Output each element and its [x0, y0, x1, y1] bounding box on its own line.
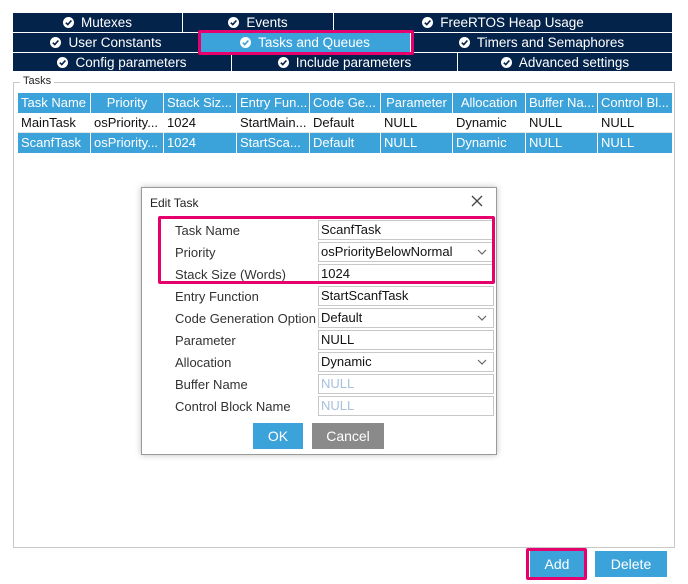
check-circle-icon: [422, 17, 434, 28]
allocation-value: Dynamic: [321, 354, 372, 369]
check-circle-icon: [277, 57, 289, 68]
control-block-name-label: Control Block Name: [175, 399, 291, 414]
tab-divider: [457, 53, 458, 72]
tab-label: Mutexes: [80, 15, 133, 30]
table-cell: Dynamic: [453, 133, 526, 153]
tab-mutexes[interactable]: Mutexes: [13, 13, 182, 32]
table-cell: ScanfTask: [18, 133, 91, 153]
table-cell: osPriority...: [91, 133, 164, 153]
code-generation-option-select[interactable]: Default: [318, 308, 494, 328]
tab-user-constants[interactable]: User Constants: [13, 33, 199, 52]
code-generation-option-label: Code Generation Option: [175, 311, 316, 326]
tasks-table: Task Name Priority Stack Siz... Entry Fu…: [18, 93, 672, 153]
table-row-selected[interactable]: ScanfTask osPriority... 1024 StartSca...…: [18, 133, 672, 153]
tab-label: Config parameters: [75, 55, 187, 70]
close-icon[interactable]: [470, 194, 484, 208]
control-block-name-input[interactable]: NULL: [318, 396, 494, 416]
table-cell: 1024: [164, 133, 237, 153]
table-cell: MainTask: [21, 115, 76, 130]
delete-button[interactable]: Delete: [595, 551, 667, 577]
tab-include-parameters[interactable]: Include parameters: [232, 53, 457, 72]
column-header[interactable]: Control Bl...: [598, 93, 672, 113]
table-cell: NULL: [601, 115, 635, 130]
check-circle-icon: [57, 57, 69, 68]
parameter-label: Parameter: [175, 333, 236, 348]
check-circle-icon: [458, 37, 470, 48]
tab-divider: [182, 13, 183, 32]
entry-function-label: Entry Function: [175, 289, 259, 304]
column-header[interactable]: Code Ge...: [310, 93, 381, 113]
highlight-frame-tasks-tab: [198, 30, 414, 55]
table-cell: Dynamic: [456, 115, 507, 130]
tasks-group-title: Tasks: [20, 75, 55, 87]
table-cell: NULL: [598, 133, 672, 153]
tab-config-parameters[interactable]: Config parameters: [13, 53, 231, 72]
check-circle-icon: [500, 57, 512, 68]
chevron-down-icon: [477, 359, 487, 365]
column-header[interactable]: Buffer Na...: [526, 93, 598, 113]
table-cell: Default: [310, 133, 381, 153]
tab-label: Events: [246, 15, 288, 30]
tab-timers-and-semaphores[interactable]: Timers and Semaphores: [411, 33, 672, 52]
check-circle-icon: [50, 37, 62, 48]
column-header[interactable]: Task Name: [18, 93, 91, 113]
column-header[interactable]: Entry Fun...: [237, 93, 310, 113]
column-header[interactable]: Parameter: [381, 93, 453, 113]
tab-label: Timers and Semaphores: [476, 35, 625, 50]
table-cell: StartSca...: [237, 133, 310, 153]
table-row[interactable]: MainTask osPriority... 1024 StartMain...…: [18, 113, 672, 133]
chevron-down-icon: [477, 315, 487, 321]
cancel-button[interactable]: Cancel: [312, 423, 384, 449]
check-circle-icon: [228, 17, 240, 28]
check-circle-icon: [62, 17, 74, 28]
column-header[interactable]: Allocation: [453, 93, 526, 113]
allocation-label: Allocation: [175, 355, 232, 370]
table-cell: NULL: [384, 115, 418, 130]
table-cell: StartMain...: [240, 115, 307, 130]
tab-label: Include parameters: [295, 55, 412, 70]
parameter-input[interactable]: NULL: [318, 330, 494, 350]
table-cell: NULL: [526, 133, 598, 153]
tab-advanced-settings[interactable]: Advanced settings: [458, 53, 672, 72]
table-cell: osPriority...: [94, 115, 159, 130]
dialog-title: Edit Task: [150, 196, 199, 210]
code-generation-option-value: Default: [321, 310, 363, 325]
tab-label: Advanced settings: [518, 55, 630, 70]
table-cell: NULL: [381, 133, 453, 153]
table-cell: Default: [313, 115, 355, 130]
column-header[interactable]: Priority: [91, 93, 164, 113]
buffer-name-label: Buffer Name: [175, 377, 248, 392]
column-header[interactable]: Stack Siz...: [164, 93, 237, 113]
buffer-name-input[interactable]: NULL: [318, 374, 494, 394]
ok-button[interactable]: OK: [253, 423, 303, 449]
tab-label: User Constants: [68, 35, 162, 50]
table-cell: 1024: [167, 115, 196, 130]
table-header: Task Name Priority Stack Siz... Entry Fu…: [18, 93, 672, 113]
allocation-select[interactable]: Dynamic: [318, 352, 494, 372]
tab-divider: [231, 53, 232, 72]
highlight-frame-dialog-fields: [158, 216, 495, 284]
highlight-frame-add-button: [526, 548, 587, 580]
table-cell: NULL: [529, 115, 563, 130]
tab-label: FreeRTOS Heap Usage: [440, 15, 584, 30]
entry-function-input[interactable]: StartScanfTask: [318, 286, 494, 306]
